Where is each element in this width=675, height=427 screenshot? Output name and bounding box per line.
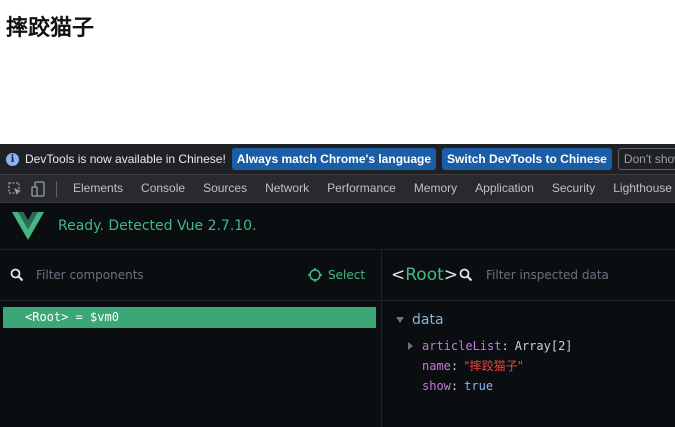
toolbar-divider	[56, 180, 57, 197]
title-open-bracket: <	[391, 265, 406, 285]
match-chrome-language-button[interactable]: Always match Chrome's language	[231, 148, 437, 170]
tab-memory[interactable]: Memory	[405, 175, 466, 202]
filter-inspected-data-input[interactable]	[486, 266, 672, 284]
tab-console[interactable]: Console	[132, 175, 194, 202]
inspect-element-icon[interactable]	[7, 181, 23, 197]
vue-status: Ready. Detected Vue 2.7.10.	[58, 218, 257, 234]
prop-key: name	[422, 359, 451, 373]
prop-key: show	[422, 379, 451, 393]
inspector-pane: <Root> data articleList: Array[2] name: …	[382, 250, 675, 427]
tab-security[interactable]: Security	[543, 175, 604, 202]
prop-show[interactable]: show: true	[422, 377, 493, 395]
prop-value: Array[2]	[514, 339, 573, 353]
data-section-header[interactable]: data	[396, 312, 444, 328]
target-icon	[308, 268, 322, 282]
tab-elements[interactable]: Elements	[64, 175, 132, 202]
data-section-label: data	[412, 312, 444, 328]
filter-components-input[interactable]	[36, 266, 286, 284]
select-component-button[interactable]: Select	[308, 266, 365, 284]
caret-down-icon	[396, 317, 404, 323]
root-vm-alias: = $vm0	[75, 310, 119, 324]
tab-network[interactable]: Network	[256, 175, 318, 202]
infobar-message: DevTools is now available in Chinese!	[25, 152, 226, 166]
prop-value: "摔跤猫子"	[464, 359, 524, 373]
search-icon	[10, 268, 24, 282]
prop-colon: :	[501, 339, 509, 353]
prop-articleList[interactable]: articleList: Array[2]	[408, 337, 573, 355]
component-tree-pane: Select <Root> = $vm0	[0, 250, 382, 427]
vue-logo	[12, 212, 44, 240]
tab-lighthouse[interactable]: Lighthouse	[604, 175, 675, 202]
dont-show-again-button[interactable]: Don't show again	[617, 148, 675, 170]
tab-performance[interactable]: Performance	[318, 175, 405, 202]
components-search-row: Select	[0, 250, 381, 301]
devtools-panel: i DevTools is now available in Chinese! …	[0, 144, 675, 427]
root-close-bracket: >	[61, 310, 69, 324]
root-component-name: Root	[32, 310, 62, 324]
page-heading: 摔跤猫子	[6, 16, 95, 41]
switch-to-chinese-button[interactable]: Switch DevTools to Chinese	[442, 148, 612, 170]
language-infobar: i DevTools is now available in Chinese! …	[0, 144, 675, 175]
prop-name[interactable]: name: "摔跤猫子"	[422, 357, 523, 375]
tab-application[interactable]: Application	[466, 175, 543, 202]
search-icon	[459, 268, 473, 282]
prop-colon: :	[450, 359, 459, 373]
vue-header: Ready. Detected Vue 2.7.10.	[0, 203, 675, 250]
inspector-header: <Root>	[382, 250, 675, 301]
prop-key: articleList	[422, 339, 502, 353]
info-icon: i	[6, 152, 19, 166]
device-toolbar-icon[interactable]	[30, 180, 46, 197]
inspected-component-title: <Root>	[391, 265, 458, 285]
vue-devtools-panel: Ready. Detected Vue 2.7.10. Select <Root…	[0, 203, 675, 427]
title-component-name: Root	[405, 265, 444, 285]
title-close-bracket: >	[443, 265, 459, 285]
select-label: Select	[328, 268, 366, 282]
devtools-tab-bar: Elements Console Sources Network Perform…	[0, 175, 675, 203]
prop-colon: :	[450, 379, 459, 393]
component-tree-root[interactable]: <Root> = $vm0	[3, 307, 376, 328]
prop-value: true	[464, 379, 494, 393]
tab-sources[interactable]: Sources	[194, 175, 256, 202]
caret-right-icon[interactable]	[408, 342, 413, 350]
